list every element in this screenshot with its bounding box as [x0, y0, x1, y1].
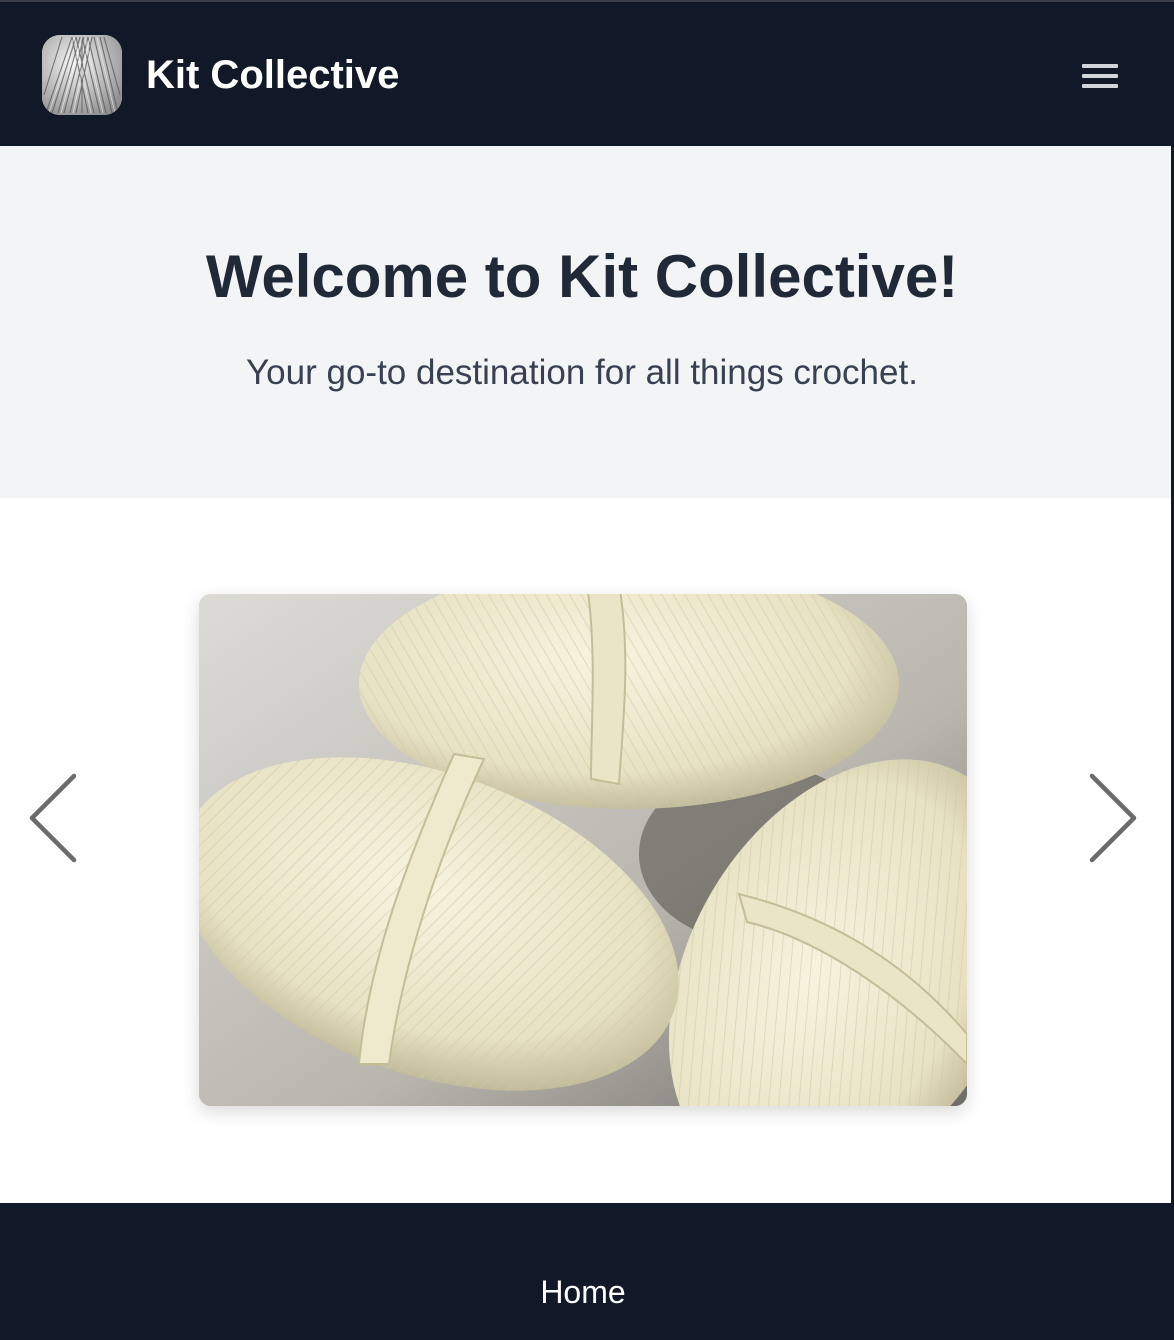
- hero-title: Welcome to Kit Collective!: [205, 243, 959, 310]
- yarn-ball-logo-icon[interactable]: [42, 35, 122, 115]
- site-header: Kit Collective: [0, 0, 1174, 146]
- menu-bar-top: [1082, 64, 1118, 68]
- brand-name[interactable]: Kit Collective: [146, 50, 399, 100]
- hero-section: Welcome to Kit Collective! Your go-to de…: [0, 146, 1171, 498]
- menu-bar-bottom: [1082, 84, 1118, 88]
- carousel-slide-image: [199, 594, 967, 1106]
- site-footer: Home: [0, 1203, 1174, 1340]
- image-carousel: [0, 498, 1171, 1203]
- chevron-left-icon[interactable]: [26, 770, 82, 866]
- hero-subtitle: Your go-to destination for all things cr…: [246, 353, 918, 392]
- menu-bar-middle: [1082, 74, 1118, 78]
- footer-home-link[interactable]: Home: [0, 1272, 1166, 1312]
- page: Kit Collective Welcome to Kit Collective…: [0, 0, 1174, 1340]
- chevron-right-icon[interactable]: [1084, 770, 1140, 866]
- hamburger-menu-icon[interactable]: [1070, 54, 1130, 100]
